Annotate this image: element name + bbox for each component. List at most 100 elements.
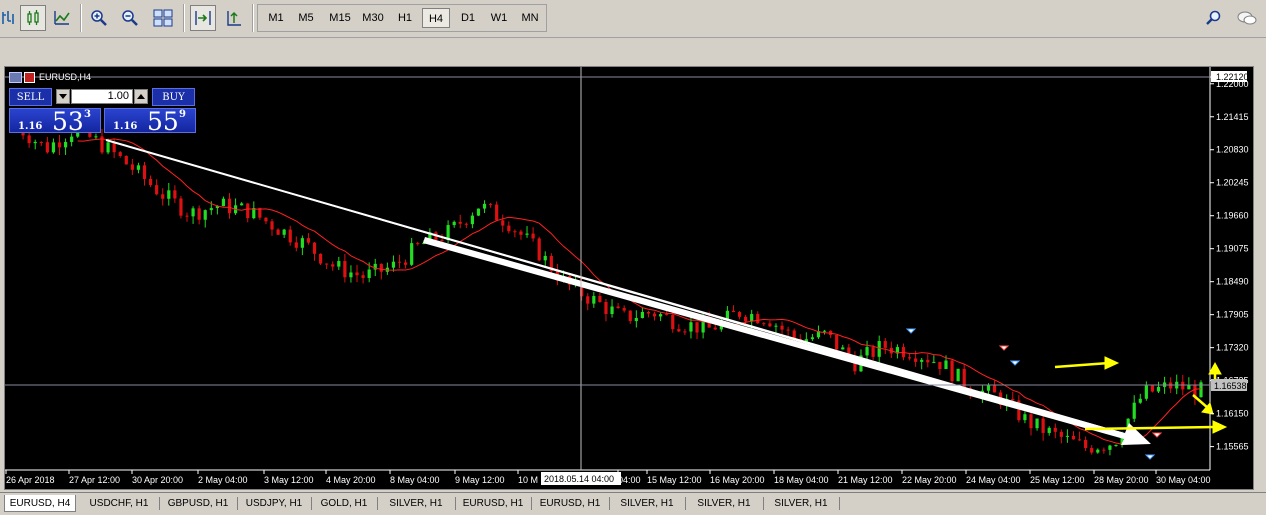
time-label: 10 M <box>518 475 538 485</box>
candle-body <box>197 208 201 220</box>
sell-price-box[interactable]: 1.16 53 3 <box>9 107 101 136</box>
tf-m1[interactable]: M1 <box>262 8 290 28</box>
tf-h1[interactable]: H1 <box>391 8 419 28</box>
zoom-out-icon[interactable] <box>117 5 143 31</box>
candle-body <box>476 208 481 216</box>
lot-increase-button[interactable] <box>134 89 148 104</box>
tile-windows-icon[interactable] <box>150 5 176 31</box>
buy-button[interactable]: BUY <box>152 88 195 106</box>
candle-body <box>592 296 596 304</box>
time-label: 30 Apr 20:00 <box>132 475 183 485</box>
tab-silver-h1[interactable]: SILVER, H1 <box>378 495 454 512</box>
candle-body <box>276 229 280 235</box>
auto-scroll-icon[interactable] <box>190 5 216 31</box>
candle-body <box>379 263 383 272</box>
tf-m30[interactable]: M30 <box>357 8 389 28</box>
moving-average-line <box>77 138 1202 445</box>
triangle-down-icon <box>59 94 67 99</box>
candle-body <box>51 142 56 153</box>
candle-body <box>604 301 608 314</box>
lot-decrease-button[interactable] <box>56 89 70 104</box>
candle-body <box>300 238 304 248</box>
buy-price-pips: 55 <box>147 107 179 136</box>
line-chart-icon[interactable] <box>49 5 75 31</box>
tab-usdjpy-h1[interactable]: USDJPY, H1 <box>238 495 310 512</box>
candle-body <box>185 215 189 217</box>
candle-body <box>179 198 183 216</box>
tab-silver-h1-3[interactable]: SILVER, H1 <box>686 495 762 512</box>
tab-eurusd-h4[interactable]: EURUSD, H4 <box>4 495 76 512</box>
time-label: 21 May 12:00 <box>838 475 893 485</box>
candle-body <box>543 255 547 261</box>
flag-icon <box>24 71 35 83</box>
candle-body <box>1029 414 1033 429</box>
candle-body <box>282 229 286 235</box>
candlestick-icon[interactable] <box>20 5 46 31</box>
tab-gbpusd-h1[interactable]: GBPUSD, H1 <box>160 495 236 512</box>
candle-body <box>1144 385 1148 399</box>
candle-body <box>410 243 414 265</box>
tab-silver-h1-2[interactable]: SILVER, H1 <box>610 495 684 512</box>
candle-body <box>167 190 171 199</box>
candle-body <box>537 238 541 261</box>
candle-body <box>440 239 444 241</box>
lot-size-input[interactable]: 1.00 <box>71 89 133 104</box>
tab-eurusd-h1[interactable]: EURUSD, H1 <box>456 495 530 512</box>
candle-body <box>343 261 347 278</box>
candle-body <box>713 327 717 330</box>
sell-price-pips: 53 <box>52 107 84 136</box>
candle-body <box>124 155 128 165</box>
buy-price-box[interactable]: 1.16 55 9 <box>104 107 196 136</box>
tab-gold-h1[interactable]: GOLD, H1 <box>312 495 376 512</box>
candle-body <box>173 190 177 199</box>
candle-body <box>1059 431 1063 437</box>
tf-m15[interactable]: M15 <box>324 8 356 28</box>
candle-body <box>70 136 74 142</box>
time-label: 24 May 04:00 <box>966 475 1021 485</box>
candle-body <box>914 358 918 362</box>
search-icon[interactable] <box>1201 5 1227 31</box>
candle-body <box>191 208 195 217</box>
candle-body <box>325 263 329 265</box>
trend-arrow <box>423 237 1151 445</box>
time-label: 15 May 12:00 <box>647 475 702 485</box>
candle-body <box>458 221 462 224</box>
candle-body <box>762 323 766 325</box>
candle-body <box>294 242 298 248</box>
sell-button[interactable]: SELL <box>9 88 52 106</box>
zoom-in-icon[interactable] <box>86 5 112 31</box>
candle-body <box>1084 439 1088 448</box>
candle-body <box>112 142 116 153</box>
chat-icon[interactable] <box>1234 5 1260 31</box>
tab-usdchf-h1[interactable]: USDCHF, H1 <box>80 495 158 512</box>
candle-body <box>318 253 323 264</box>
time-label: 30 May 04:00 <box>1156 475 1211 485</box>
candle-body <box>835 334 839 350</box>
candle-body <box>665 314 669 316</box>
price-label: 1.20830 <box>1216 145 1249 155</box>
candle-body <box>1150 385 1155 392</box>
tf-w1[interactable]: W1 <box>485 8 513 28</box>
tab-eurusd-h1-2[interactable]: EURUSD, H1 <box>532 495 608 512</box>
timeframe-group: M1 M5 M15 M30 H1 H4 D1 W1 MN <box>257 4 547 32</box>
tf-h4[interactable]: H4 <box>422 8 450 28</box>
candle-body <box>397 261 402 263</box>
time-label: 25 May 12:00 <box>1030 475 1085 485</box>
candle-body <box>786 329 790 331</box>
candle-body <box>391 261 396 268</box>
tf-m5[interactable]: M5 <box>292 8 320 28</box>
chart-title: EURUSD,H4 <box>39 72 92 82</box>
candle-body <box>27 135 31 144</box>
candle-body <box>944 360 948 370</box>
candle-body <box>950 360 954 382</box>
toolbar: M1 M5 M15 M30 H1 H4 D1 W1 MN <box>0 0 1266 38</box>
bar-chart-icon[interactable] <box>0 5 22 31</box>
candle-body <box>768 323 772 327</box>
tab-silver-h1-4[interactable]: SILVER, H1 <box>764 495 838 512</box>
chart-title-bar: EURUSD,H4 <box>9 71 91 83</box>
tf-mn[interactable]: MN <box>516 8 544 28</box>
time-label: 2 May 04:00 <box>198 475 248 485</box>
tf-d1[interactable]: D1 <box>454 8 482 28</box>
chart-shift-icon[interactable] <box>221 5 247 31</box>
chart-window-icon <box>9 71 22 83</box>
